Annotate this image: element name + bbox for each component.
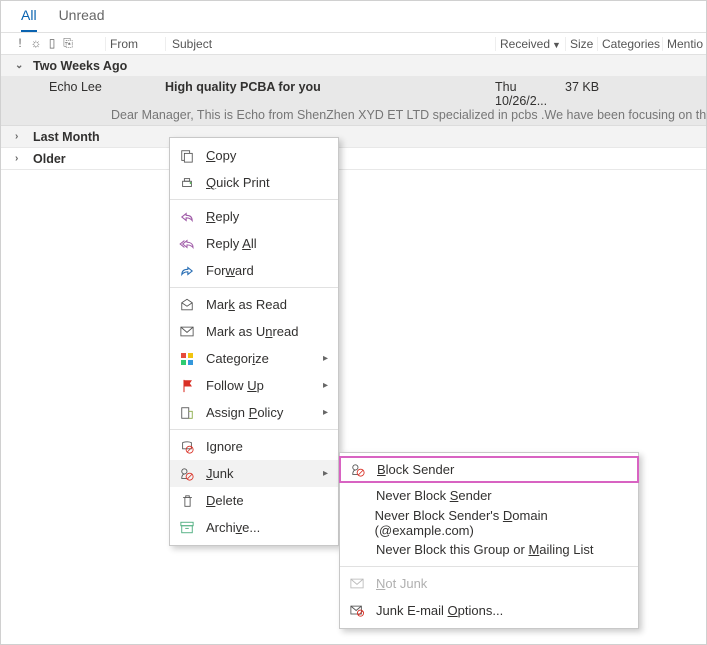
submenu-block-sender[interactable]: Block Sender [339,456,639,483]
mail-open-icon [178,298,196,311]
reply-all-icon [178,238,196,250]
chevron-right-icon: › [15,153,25,164]
menu-junk[interactable]: Junk ▸ [170,460,338,487]
junk-icon [178,467,196,481]
group-label: Two Weeks Ago [33,59,127,73]
column-categories[interactable]: Categories [597,37,662,51]
copy-icon [178,149,196,163]
message-from: Echo Lee [49,80,165,108]
tab-unread[interactable]: Unread [59,7,105,32]
column-subject[interactable]: Subject [165,37,495,51]
menu-label: Copy [206,148,236,163]
message-received: Thu 10/26/2... [495,80,565,108]
archive-icon [178,521,196,534]
menu-label: Never Block Sender's Domain (@example.co… [375,508,630,538]
menu-reply-all[interactable]: Reply All [170,230,338,257]
col-importance-icon[interactable]: ! [13,36,27,51]
chevron-right-icon: › [15,131,25,142]
col-attachment-icon[interactable]: ⎘ [61,36,75,51]
menu-mark-read[interactable]: Mark as Read [170,291,338,318]
menu-categorize[interactable]: Categorize ▸ [170,345,338,372]
submenu-junk-options[interactable]: Junk E-mail Options... [340,597,638,624]
menu-archive[interactable]: Archive... [170,514,338,541]
message-preview: Dear Manager, This is Echo from ShenZhen… [1,108,706,122]
menu-label: Delete [206,493,244,508]
col-icon-icon[interactable]: ▯ [45,36,59,51]
context-menu: Copy Quick Print Reply Reply All Forward… [169,137,339,546]
menu-label: Forward [206,263,254,278]
menu-label: Never Block Sender [376,488,492,503]
menu-label: Ignore [206,439,243,454]
menu-quick-print[interactable]: Quick Print [170,169,338,196]
column-size[interactable]: Size [565,37,597,51]
menu-label: Junk [206,466,233,481]
col-reminder-icon[interactable]: ☼ [29,36,43,51]
menu-ignore[interactable]: Ignore [170,433,338,460]
menu-label: Reply All [206,236,257,251]
column-headers: ! ☼ ▯ ⎘ From Subject Received▼ Size Cate… [1,33,706,55]
menu-copy[interactable]: Copy [170,142,338,169]
menu-label: Archive... [206,520,260,535]
submenu-never-block-group[interactable]: Never Block this Group or Mailing List [340,536,638,563]
chevron-right-icon: ▸ [323,353,328,364]
submenu-not-junk: Not Junk [340,570,638,597]
group-label: Last Month [33,130,100,144]
menu-label: Block Sender [377,462,454,477]
ignore-icon [178,440,196,454]
submenu-never-block-domain[interactable]: Never Block Sender's Domain (@example.co… [340,509,638,536]
menu-label: Junk E-mail Options... [376,603,503,618]
menu-reply[interactable]: Reply [170,203,338,230]
menu-forward[interactable]: Forward [170,257,338,284]
menu-assign-policy[interactable]: Assign Policy ▸ [170,399,338,426]
reply-icon [178,211,196,223]
chevron-right-icon: ▸ [323,407,328,418]
delete-icon [178,494,196,508]
menu-label: Quick Print [206,175,270,190]
categorize-icon [178,352,196,366]
group-last-month[interactable]: › Last Month [1,126,706,148]
group-two-weeks-ago[interactable]: ⌄ Two Weeks Ago [1,55,706,77]
mail-icon [348,578,366,589]
flag-icon [178,379,196,393]
menu-label: Assign Policy [206,405,283,420]
menu-delete[interactable]: Delete [170,487,338,514]
chevron-right-icon: ▸ [323,468,328,479]
menu-label: Never Block this Group or Mailing List [376,542,594,557]
chevron-right-icon: ▸ [323,380,328,391]
group-label: Older [33,152,66,166]
junk-options-icon [348,604,366,617]
menu-label: Follow Up [206,378,264,393]
junk-submenu: Block Sender Never Block Sender Never Bl… [339,452,639,629]
menu-label: Mark as Unread [206,324,299,339]
chevron-down-icon: ⌄ [15,60,25,71]
menu-mark-unread[interactable]: Mark as Unread [170,318,338,345]
column-received[interactable]: Received▼ [495,37,565,51]
menu-label: Categorize [206,351,269,366]
message-subject: High quality PCBA for you [165,80,495,108]
message-row[interactable]: Echo Lee High quality PCBA for you Thu 1… [1,77,706,126]
forward-icon [178,265,196,277]
menu-follow-up[interactable]: Follow Up ▸ [170,372,338,399]
column-from[interactable]: From [105,37,165,51]
column-mention[interactable]: Mentio [662,37,706,51]
menu-label: Mark as Read [206,297,287,312]
message-size: 37 KB [565,80,706,108]
block-sender-icon [349,463,367,477]
group-older[interactable]: › Older [1,148,706,170]
mail-icon [178,326,196,337]
menu-label: Not Junk [376,576,427,591]
filter-tabs: All Unread [1,1,706,33]
policy-icon [178,406,196,420]
print-icon [178,176,196,190]
tab-all[interactable]: All [21,7,37,32]
menu-label: Reply [206,209,239,224]
submenu-never-block-sender[interactable]: Never Block Sender [340,482,638,509]
